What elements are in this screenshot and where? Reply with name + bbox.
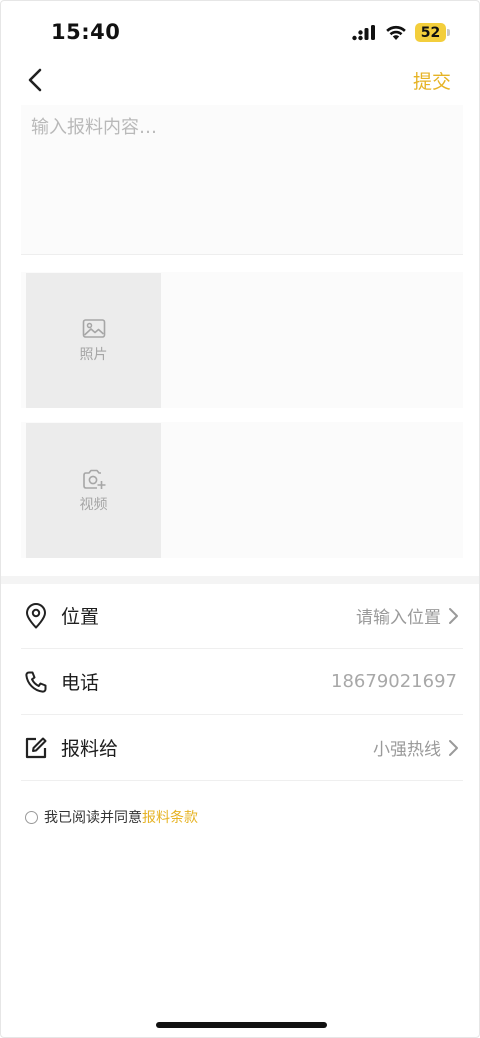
- terms-link[interactable]: 报料条款: [142, 807, 198, 827]
- phone-icon: [25, 671, 47, 693]
- phone-label: 电话: [61, 672, 100, 694]
- report-to-value: 小强热线: [373, 735, 463, 760]
- phone-icon-wrap: [23, 669, 49, 695]
- battery-tip: [447, 29, 450, 36]
- add-photo-button[interactable]: 照片: [26, 273, 161, 408]
- location-pin-icon: [26, 602, 46, 628]
- phone-value: 18679021697: [331, 671, 457, 692]
- edit-icon-wrap: [23, 735, 49, 761]
- image-icon: [82, 318, 105, 338]
- photo-label: 照片: [79, 346, 108, 363]
- submit-button[interactable]: 提交: [413, 67, 451, 94]
- battery-level: 52: [415, 23, 446, 42]
- report-to-target: 小强热线: [373, 740, 441, 760]
- app-frame: 15:40 52 提交 输入报料内容… 照片 视频 位置 请输入位置 电话 18…: [0, 0, 480, 1038]
- chevron-right-icon: [449, 739, 458, 756]
- agreement-text: 我已阅读并同意: [44, 810, 142, 826]
- content-area: [21, 105, 463, 255]
- status-time: 15:40: [51, 20, 121, 44]
- phone-row[interactable]: 电话 18679021697: [21, 649, 463, 715]
- video-label: 视频: [79, 496, 108, 513]
- content-input[interactable]: [21, 105, 463, 254]
- report-to-row[interactable]: 报料给 小强热线: [21, 715, 463, 781]
- agreement-radio[interactable]: [25, 810, 38, 824]
- chevron-right-icon: [449, 607, 458, 624]
- location-row[interactable]: 位置 请输入位置: [21, 583, 463, 649]
- location-value: 请输入位置: [356, 603, 463, 628]
- photo-upload-row: 照片: [21, 272, 463, 408]
- add-video-button[interactable]: 视频: [26, 423, 161, 558]
- home-indicator: [156, 1022, 327, 1028]
- cellular-signal-icon: [352, 25, 375, 41]
- wifi-icon: [386, 25, 406, 40]
- video-upload-row: 视频: [21, 422, 463, 558]
- battery-indicator: 52: [415, 23, 451, 43]
- location-placeholder: 请输入位置: [356, 608, 441, 628]
- edit-icon: [25, 737, 47, 758]
- agreement-row: 我已阅读并同意 报料条款: [25, 807, 198, 827]
- camera-plus-icon: [82, 469, 105, 489]
- report-to-label: 报料给: [61, 738, 119, 760]
- status-bar: 15:40 52: [1, 1, 479, 63]
- location-label: 位置: [61, 606, 100, 628]
- location-icon-wrap: [23, 602, 49, 629]
- chevron-left-icon: [28, 68, 42, 92]
- back-button[interactable]: [21, 65, 49, 95]
